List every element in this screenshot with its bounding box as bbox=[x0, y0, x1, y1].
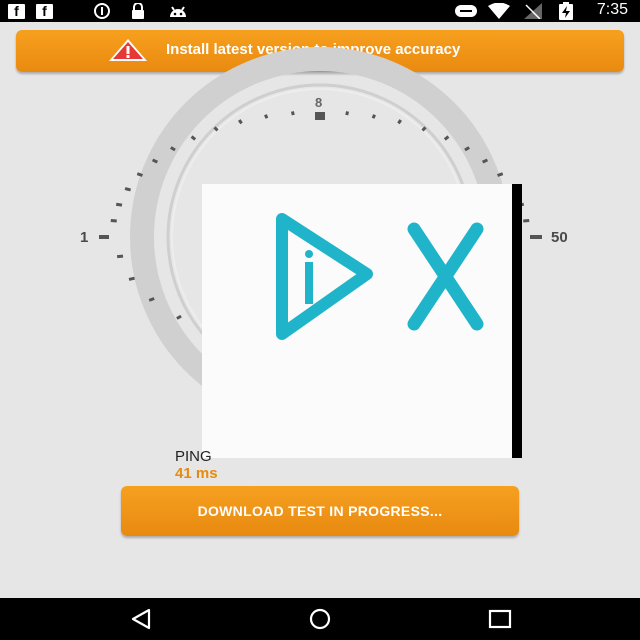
gauge-tick bbox=[421, 126, 427, 132]
gauge-max-label: 50 bbox=[551, 229, 568, 246]
gauge-tick bbox=[151, 158, 158, 164]
gauge-tick bbox=[115, 202, 123, 207]
gauge-tick bbox=[290, 111, 295, 116]
ad-border bbox=[512, 184, 522, 458]
gauge-tick bbox=[443, 135, 450, 141]
gauge-min-label: 1 bbox=[80, 229, 89, 246]
android-icon bbox=[168, 3, 188, 19]
facebook-icon: f bbox=[36, 3, 53, 19]
ping-value: 41 ms bbox=[175, 465, 218, 482]
warning-icon bbox=[109, 39, 147, 61]
ping-label: PING bbox=[175, 448, 212, 465]
gauge-tick bbox=[497, 172, 504, 177]
wifi-icon bbox=[488, 3, 510, 19]
ad-logo[interactable] bbox=[202, 184, 522, 458]
gauge-tick bbox=[190, 135, 197, 141]
status-bar: f f 7:35 bbox=[0, 0, 640, 22]
battery-charging-icon bbox=[558, 2, 574, 20]
back-icon[interactable] bbox=[128, 608, 154, 630]
gauge-tick bbox=[136, 172, 143, 177]
gauge-tick bbox=[213, 126, 219, 132]
ad-overlay[interactable] bbox=[202, 184, 522, 458]
navigation-bar bbox=[0, 598, 640, 640]
lock-icon bbox=[131, 3, 145, 19]
gauge-tick bbox=[170, 146, 176, 152]
gauge-tick bbox=[345, 111, 350, 116]
signal-icon bbox=[524, 3, 542, 19]
gauge-tick bbox=[148, 297, 155, 302]
home-icon[interactable] bbox=[306, 608, 334, 630]
do-not-disturb-icon bbox=[454, 3, 478, 19]
gauge-tick bbox=[482, 158, 489, 164]
download-button-label: DOWNLOAD TEST IN PROGRESS... bbox=[197, 503, 443, 519]
banner-text: Install latest version to improve accura… bbox=[166, 41, 461, 58]
gauge-tick bbox=[124, 187, 131, 192]
gauge-tick bbox=[128, 276, 135, 281]
gauge-tick bbox=[264, 114, 269, 119]
gauge-tick bbox=[176, 314, 182, 320]
gauge-tick bbox=[238, 119, 243, 125]
facebook-icon: f bbox=[8, 3, 25, 19]
recents-icon[interactable] bbox=[487, 608, 513, 630]
update-banner[interactable]: Install latest version to improve accura… bbox=[16, 30, 624, 72]
gauge-tick bbox=[397, 119, 402, 125]
gauge-tick bbox=[371, 114, 376, 119]
gauge-tick bbox=[116, 254, 124, 259]
clock: 7:35 bbox=[596, 1, 628, 18]
gauge-top-label: 8 bbox=[315, 95, 323, 110]
data-saver-icon bbox=[93, 3, 111, 19]
gauge-tick bbox=[464, 146, 470, 152]
download-test-button[interactable]: DOWNLOAD TEST IN PROGRESS... bbox=[121, 486, 519, 536]
